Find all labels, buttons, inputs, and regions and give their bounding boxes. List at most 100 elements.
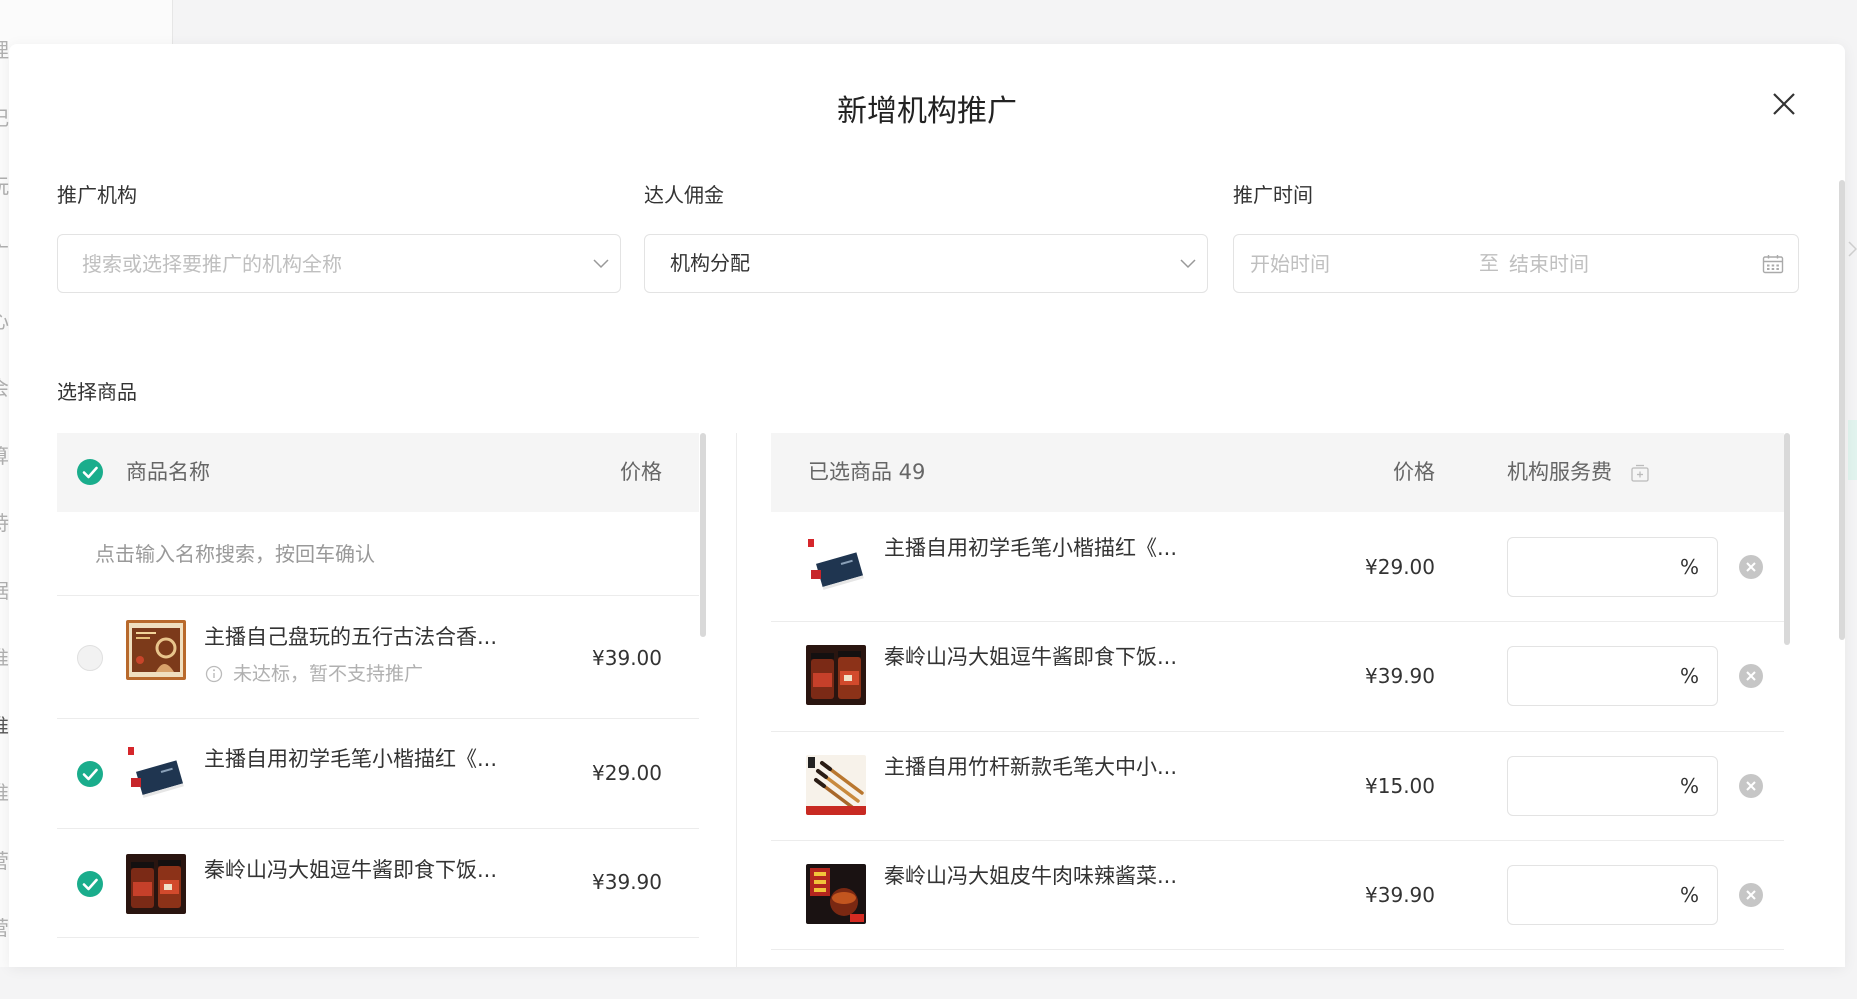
selected-product-row: 秦岭山冯大姐皮牛肉味辣酱菜... ¥39.90 % [771, 841, 1784, 950]
sidebar-fragment: 据 [0, 579, 9, 603]
column-header-service-fee: 机构服务费 [1507, 460, 1612, 484]
batch-set-icon[interactable] [1630, 463, 1650, 483]
sidebar-fragment: 持 [0, 511, 9, 535]
range-separator: 至 [1479, 251, 1499, 275]
selected-products-table: 已选商品 49 价格 机构服务费 主播自用初学毛笔小楷描红《... ¥29.00… [771, 433, 1784, 967]
sidebar-fragment: 推 [0, 646, 9, 670]
sidebar-fragment: 玩 [0, 174, 9, 198]
sidebar-fragment: 记 [0, 106, 9, 130]
column-header-price: 价格 [620, 460, 662, 484]
selected-table-header: 已选商品 49 价格 机构服务费 [771, 433, 1784, 512]
service-fee-field[interactable]: % [1507, 865, 1718, 925]
product-price: ¥39.90 [1365, 883, 1435, 907]
sidebar-fragment: 心 [0, 309, 9, 333]
product-row[interactable]: 主播自己盘玩的五行古法合香... 未达标，暂不支持推广 ¥39.00 [57, 596, 699, 719]
product-thumbnail [806, 536, 866, 596]
remove-circle-icon[interactable] [1738, 773, 1764, 799]
product-picker-table: 商品名称 价格 主播自 [57, 433, 699, 938]
background-sidebar-text: 理 记 玩 广 心 会 算 持 据 推 推 推 营 营 [0, 0, 9, 967]
product-title: 秦岭山冯大姐逗牛酱即食下饭... [204, 858, 498, 882]
selected-product-row: 主播自用竹杆新款毛笔大中小... ¥15.00 % [771, 732, 1784, 841]
percent-unit: % [1679, 883, 1699, 907]
sidebar-fragment: 会 [0, 376, 9, 400]
row-select-checkbox[interactable] [77, 645, 103, 671]
time-range-picker[interactable]: 至 [1233, 234, 1799, 293]
sidebar-fragment: 广 [0, 241, 9, 265]
product-title: 秦岭山冯大姐逗牛酱即食下饭... [884, 645, 1178, 669]
product-row[interactable]: 秦岭山冯大姐逗牛酱即食下饭... ¥39.90 [57, 829, 699, 938]
product-thumbnail [126, 620, 186, 680]
selected-scrollbar[interactable] [1784, 433, 1790, 645]
org-select[interactable] [57, 234, 621, 293]
picker-table-header: 商品名称 价格 [57, 433, 699, 512]
product-thumbnail [126, 854, 186, 914]
product-price: ¥39.00 [592, 646, 662, 670]
chevron-right-icon [1848, 241, 1857, 257]
service-fee-input[interactable] [1522, 647, 1672, 705]
product-search-row [57, 512, 699, 596]
sidebar-fragment: 营 [0, 916, 9, 940]
sidebar-fragment: 算 [0, 444, 9, 468]
product-thumbnail [126, 744, 186, 804]
service-fee-field[interactable]: % [1507, 537, 1718, 597]
chevron-down-icon [1180, 259, 1196, 269]
end-time-input[interactable] [1509, 235, 1729, 292]
org-search-input[interactable] [82, 235, 577, 292]
selected-count: 已选商品 49 [808, 460, 926, 484]
commission-select[interactable]: 机构分配 [644, 234, 1208, 293]
product-title: 主播自用初学毛笔小楷描红《... [884, 536, 1178, 560]
selected-product-row: 主播自用初学毛笔小楷描红《... ¥29.00 % [771, 513, 1784, 622]
sidebar-fragment: 理 [0, 38, 9, 62]
close-icon[interactable] [1772, 92, 1796, 116]
service-fee-field[interactable]: % [1507, 756, 1718, 816]
column-header-price: 价格 [1393, 460, 1435, 484]
row-select-checkbox[interactable] [77, 871, 103, 897]
select-products-label: 选择商品 [57, 380, 137, 404]
product-title: 主播自己盘玩的五行古法合香... [204, 625, 498, 649]
org-label: 推广机构 [57, 183, 137, 207]
product-title: 秦岭山冯大姐皮牛肉味辣酱菜... [884, 864, 1178, 888]
info-icon [205, 665, 223, 683]
service-fee-input[interactable] [1522, 757, 1672, 815]
product-thumbnail [806, 864, 866, 924]
sidebar-fragment: 推 [0, 714, 9, 738]
time-label: 推广时间 [1233, 183, 1313, 207]
remove-circle-icon[interactable] [1738, 554, 1764, 580]
start-time-input[interactable] [1250, 235, 1450, 292]
percent-unit: % [1679, 664, 1699, 688]
modal-title: 新增机构推广 [837, 94, 1017, 129]
ineligible-note-text: 未达标，暂不支持推广 [233, 663, 424, 685]
calendar-icon[interactable] [1762, 254, 1784, 274]
remove-circle-icon[interactable] [1738, 882, 1764, 908]
add-org-promotion-modal: 新增机构推广 推广机构 达人佣金 推广时间 机构分配 至 选择商品 [9, 44, 1845, 967]
product-title: 主播自用竹杆新款毛笔大中小... [884, 755, 1178, 779]
panel-divider [736, 433, 737, 967]
service-fee-input[interactable] [1522, 538, 1672, 596]
select-all-checkbox[interactable] [77, 459, 103, 485]
product-row[interactable]: 主播自用初学毛笔小楷描红《... ¥29.00 [57, 719, 699, 829]
commission-label: 达人佣金 [644, 183, 724, 207]
percent-unit: % [1679, 774, 1699, 798]
product-thumbnail [806, 755, 866, 815]
sidebar-fragment: 营 [0, 849, 9, 873]
percent-unit: % [1679, 555, 1699, 579]
modal-scrollbar[interactable] [1839, 180, 1845, 640]
selected-product-row: 秦岭山冯大姐逗牛酱即食下饭... ¥39.90 % [771, 622, 1784, 732]
remove-circle-icon[interactable] [1738, 663, 1764, 689]
product-price: ¥29.00 [592, 761, 662, 785]
commission-value: 机构分配 [670, 251, 750, 275]
chevron-down-icon [593, 259, 609, 269]
column-header-name: 商品名称 [126, 460, 210, 484]
row-select-checkbox[interactable] [77, 761, 103, 787]
product-search-input[interactable] [95, 512, 655, 595]
background-side-tab [1848, 420, 1857, 480]
picker-scrollbar[interactable] [700, 433, 706, 637]
product-price: ¥39.90 [1365, 664, 1435, 688]
service-fee-field[interactable]: % [1507, 646, 1718, 706]
sidebar-fragment: 推 [0, 781, 9, 805]
service-fee-input[interactable] [1522, 866, 1672, 924]
product-title: 主播自用初学毛笔小楷描红《... [204, 747, 498, 771]
product-price: ¥15.00 [1365, 774, 1435, 798]
product-price: ¥29.00 [1365, 555, 1435, 579]
product-thumbnail [806, 645, 866, 705]
